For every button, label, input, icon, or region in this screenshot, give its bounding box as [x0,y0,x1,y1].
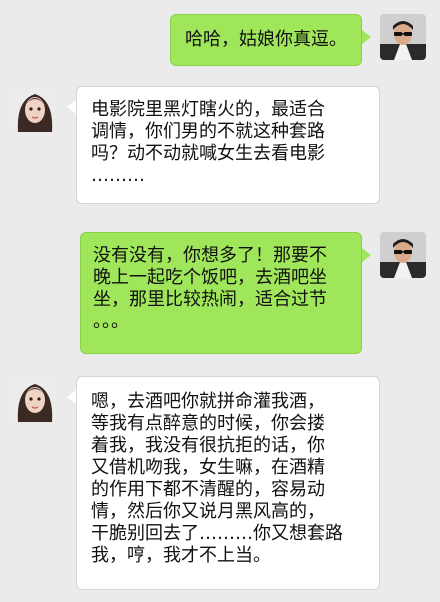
message-text-line: 我，哼，我才不上当。 [91,545,271,566]
message-text-line: 电影院里黑灯瞎火的，最适合 [91,99,325,120]
message-text-line: ……… [91,165,145,186]
bubble-tail [67,390,76,404]
message-text-line: 没有没有，你想多了！那要不 [93,245,327,266]
message-text-line: 。。。 [93,311,129,332]
message-text-line: 着我，我没有很抗拒的话，你 [91,435,325,456]
sent-message-bubble[interactable]: 没有没有，你想多了！那要不 晚上一起吃个饭吧，去酒吧坐 坐，那里比较热闹，适合过… [80,232,362,354]
young-woman-avatar[interactable] [12,86,58,132]
message-text-line: 吗？动不动就喊女生去看电影 [91,143,325,164]
received-message-bubble[interactable]: 电影院里黑灯瞎火的，最适合 调情，你们男的不就这种套路 吗？动不动就喊女生去看电… [76,86,380,204]
message-text-line: 坐，那里比较热闹，适合过节 [93,289,327,310]
message-text-line: 晚上一起吃个饭吧，去酒吧坐 [93,267,327,288]
message-text-line: 嗯，去酒吧你就拼命灌我酒， [91,391,325,412]
message-text-line: 又借机吻我，女生嘛，在酒精 [91,457,325,478]
message-text-line: 调情，你们男的不就这种套路 [91,121,325,142]
bubble-tail [362,30,371,44]
sent-message-bubble[interactable]: 哈哈，姑娘你真逗。 [170,14,362,66]
bubble-tail [362,248,371,262]
message-text-line: 情，然后你又说月黑风高的， [91,501,325,522]
bubble-tail [67,100,76,114]
young-woman-avatar[interactable] [12,376,58,422]
man-in-sunglasses-avatar[interactable] [380,232,426,278]
message-text-line: 干脆别回去了………你又想套路 [91,523,343,544]
man-in-sunglasses-avatar[interactable] [380,14,426,60]
received-message-bubble[interactable]: 嗯，去酒吧你就拼命灌我酒， 等我有点醉意的时候，你会搂 着我，我没有很抗拒的话，… [76,376,380,590]
message-text-line: 的作用下都不清醒的，容易动 [91,479,325,500]
message-text-line: 哈哈，姑娘你真逗。 [185,29,347,50]
message-text-line: 等我有点醉意的时候，你会搂 [91,413,325,434]
